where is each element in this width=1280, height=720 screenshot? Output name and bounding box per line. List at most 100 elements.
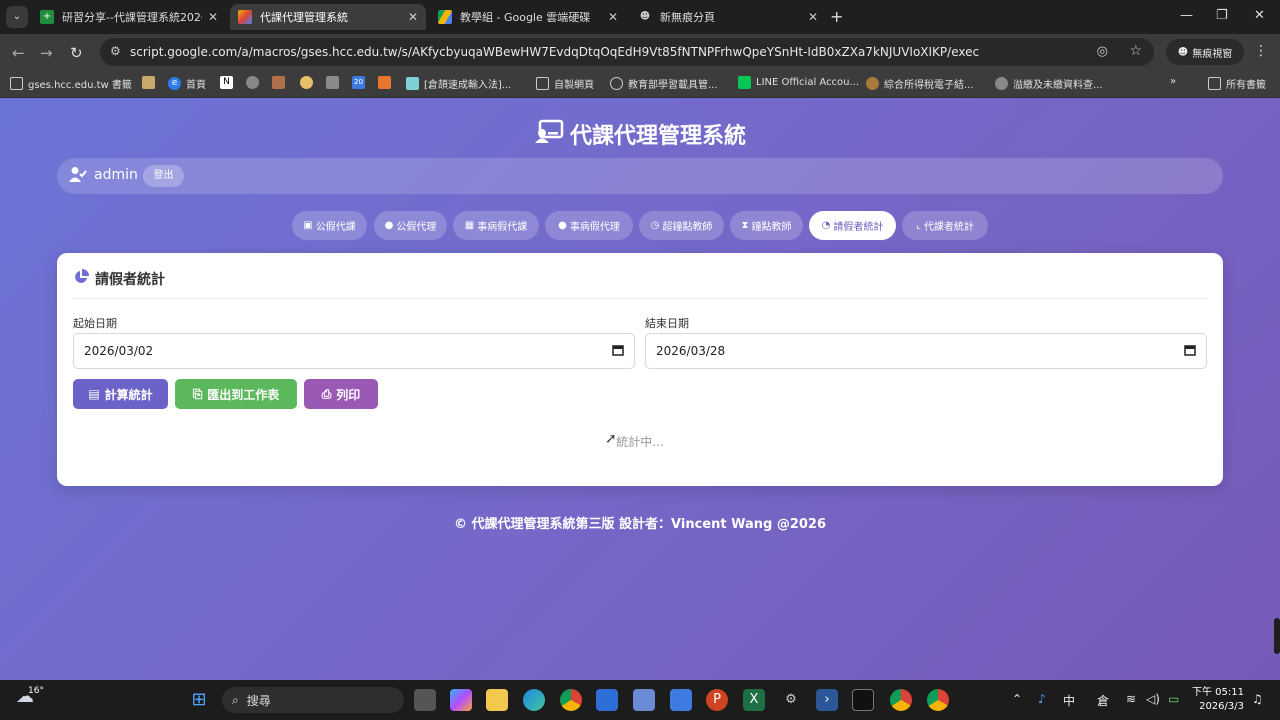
bookmark-item[interactable]: 溢繳及未繳資料查... bbox=[995, 76, 1103, 91]
all-bookmarks[interactable]: 所有書籤 bbox=[1208, 76, 1266, 91]
bookmark-item[interactable] bbox=[378, 76, 391, 89]
divider bbox=[73, 298, 1207, 299]
back-icon[interactable]: ← bbox=[12, 44, 25, 62]
incognito-icon: ☻ bbox=[639, 11, 651, 22]
close-icon[interactable]: ✕ bbox=[208, 10, 218, 24]
bookmark-item[interactable] bbox=[326, 76, 339, 89]
users-icon: ● bbox=[558, 220, 567, 231]
maximize-button[interactable]: ❐ bbox=[1216, 8, 1228, 23]
bookmarks-overflow-icon[interactable]: » bbox=[1170, 76, 1176, 87]
bookmark-item[interactable]: 自製網頁 bbox=[536, 76, 594, 91]
file-explorer-icon[interactable] bbox=[486, 689, 508, 711]
remote-desktop-icon[interactable] bbox=[633, 689, 655, 711]
forward-icon[interactable]: → bbox=[40, 44, 53, 62]
calendar-icon: ▦ bbox=[464, 220, 475, 231]
eye-slash-icon[interactable]: ◎ bbox=[1097, 44, 1108, 59]
menu-icon[interactable]: ⋮ bbox=[1254, 43, 1268, 59]
tab-personal-leave-sub[interactable]: ▦ 事病假代課 bbox=[453, 211, 539, 240]
incognito-badge[interactable]: ☻ 無痕視窗 bbox=[1166, 39, 1244, 65]
scrollbar[interactable] bbox=[1274, 618, 1280, 654]
tab-overtime-teacher[interactable]: ◷ 超鐘點教師 bbox=[639, 211, 724, 240]
close-window-button[interactable]: ✕ bbox=[1254, 8, 1265, 23]
clock[interactable]: 下午 05:11 2026/3/3 bbox=[1190, 686, 1244, 714]
bookmark-item[interactable]: [倉頡速成輸入法]... bbox=[406, 76, 511, 91]
notepad-icon[interactable] bbox=[670, 689, 692, 711]
calculate-stats-button[interactable]: ▤ 計算統計 bbox=[73, 379, 168, 409]
bookmark-item[interactable]: 綜合所得稅電子結... bbox=[866, 76, 974, 91]
user-check-icon bbox=[69, 166, 87, 186]
line-icon bbox=[738, 76, 751, 89]
export-sheet-button[interactable]: ⎘ 匯出到工作表 bbox=[175, 379, 297, 409]
tab-hourly-teacher[interactable]: ⧗ 鐘點教師 bbox=[730, 211, 803, 240]
chrome-incognito-icon[interactable] bbox=[927, 689, 949, 711]
windows-start-icon[interactable]: ⊞ bbox=[188, 689, 210, 711]
start-date-input[interactable]: 2026/03/02 bbox=[73, 333, 635, 369]
tab-substitute-stats[interactable]: ⌞ 代課者統計 bbox=[902, 211, 988, 240]
copilot-icon[interactable] bbox=[450, 689, 472, 711]
bookmark-item[interactable] bbox=[246, 76, 259, 89]
tab-research-share[interactable]: + 研習分享--代課管理系統20260 ✕ bbox=[32, 4, 226, 30]
egg-icon bbox=[300, 76, 313, 89]
close-icon[interactable]: ✕ bbox=[608, 10, 618, 24]
microphone-icon[interactable]: ♪ bbox=[1038, 692, 1046, 706]
site-info-icon[interactable]: ⚙ bbox=[110, 44, 121, 58]
bookmark-item[interactable]: N bbox=[220, 76, 233, 89]
weather-widget[interactable]: ☁ 16° bbox=[16, 686, 44, 707]
user-icon: ● bbox=[384, 220, 394, 231]
settings-icon[interactable]: ⚙ bbox=[780, 689, 802, 711]
bookmark-item[interactable]: e 首頁 bbox=[168, 76, 206, 91]
excel-icon[interactable]: X bbox=[743, 689, 765, 711]
tab-leave-stats[interactable]: ◔ 請假者統計 bbox=[809, 211, 896, 240]
mouse-cursor-icon: ➚ bbox=[605, 431, 617, 447]
tab-public-leave-proxy[interactable]: ● 公假代理 bbox=[374, 211, 447, 240]
bookmark-item[interactable] bbox=[142, 76, 155, 89]
end-date-input[interactable]: 2026/03/28 bbox=[645, 333, 1207, 369]
battery-icon[interactable]: ▭ bbox=[1168, 692, 1179, 706]
task-view-icon[interactable] bbox=[414, 689, 436, 711]
calendar-icon[interactable] bbox=[612, 344, 624, 359]
bookmark-item[interactable]: gses.hcc.edu.tw 書籤 bbox=[10, 76, 132, 91]
wifi-icon[interactable]: ≋ bbox=[1126, 692, 1136, 706]
bookmark-item[interactable]: 20 bbox=[352, 76, 365, 89]
folder-icon bbox=[536, 77, 549, 90]
close-icon[interactable]: ✕ bbox=[808, 10, 818, 24]
minimize-button[interactable]: — bbox=[1180, 8, 1193, 23]
print-button[interactable]: ⎙ 列印 bbox=[304, 379, 378, 409]
incognito-icon: ☻ bbox=[1177, 46, 1189, 58]
chrome-icon[interactable] bbox=[560, 689, 582, 711]
bookmark-item[interactable] bbox=[272, 76, 285, 89]
volume-icon[interactable]: ◁) bbox=[1146, 692, 1160, 706]
tray-overflow-icon[interactable]: ⌃ bbox=[1012, 692, 1022, 706]
powerpoint-icon[interactable]: P bbox=[706, 689, 728, 711]
bookmark-item[interactable]: 教育部學習載具管... bbox=[610, 76, 718, 91]
globe-icon bbox=[995, 77, 1008, 90]
notification-bell-icon[interactable]: ♫ bbox=[1252, 692, 1263, 706]
terminal-icon[interactable] bbox=[852, 689, 874, 711]
edge-icon[interactable] bbox=[523, 689, 545, 711]
tab-search-button[interactable]: ⌄ bbox=[6, 6, 28, 28]
username: admin bbox=[94, 167, 138, 183]
leave-stats-card: 請假者統計 起始日期 2026/03/02 結束日期 2026/03/28 ▤ … bbox=[57, 253, 1223, 486]
ime-cangjie[interactable]: 倉 bbox=[1097, 692, 1109, 709]
powershell-icon[interactable]: › bbox=[816, 689, 838, 711]
close-icon[interactable]: ✕ bbox=[408, 10, 418, 24]
tab-personal-leave-proxy[interactable]: ● 事病假代理 bbox=[545, 211, 633, 240]
new-tab-button[interactable]: + bbox=[830, 7, 843, 26]
footer-copyright: © 代課代理管理系統第三版 設計者：Vincent Wang @2026 bbox=[453, 517, 827, 532]
chrome-icon[interactable] bbox=[890, 689, 912, 711]
tab-app[interactable]: 代課代理管理系統 ✕ bbox=[230, 4, 426, 30]
bookmark-item[interactable] bbox=[300, 76, 313, 89]
taskbar-search[interactable]: ⌕ 搜尋 bbox=[222, 687, 404, 713]
tab-incognito[interactable]: ☻ 新無痕分頁 ✕ bbox=[630, 4, 826, 30]
calendar-icon[interactable] bbox=[1184, 344, 1196, 359]
reload-icon[interactable]: ↻ bbox=[70, 44, 83, 62]
ime-mode[interactable]: 中 bbox=[1063, 692, 1075, 709]
bookmark-item[interactable]: LINE Official Accou... bbox=[738, 76, 859, 89]
address-bar[interactable]: ⚙ script.google.com/a/macros/gses.hcc.ed… bbox=[100, 38, 1154, 66]
bookmark-star-icon[interactable]: ☆ bbox=[1129, 43, 1142, 59]
tab-drive[interactable]: 教學組 - Google 雲端硬碟 ✕ bbox=[430, 4, 626, 30]
tab-public-leave-sub[interactable]: ▣ 公假代課 bbox=[292, 211, 367, 240]
store-icon[interactable] bbox=[596, 689, 618, 711]
url-text[interactable]: script.google.com/a/macros/gses.hcc.edu.… bbox=[130, 45, 979, 59]
logout-button[interactable]: 登出 bbox=[143, 165, 184, 187]
